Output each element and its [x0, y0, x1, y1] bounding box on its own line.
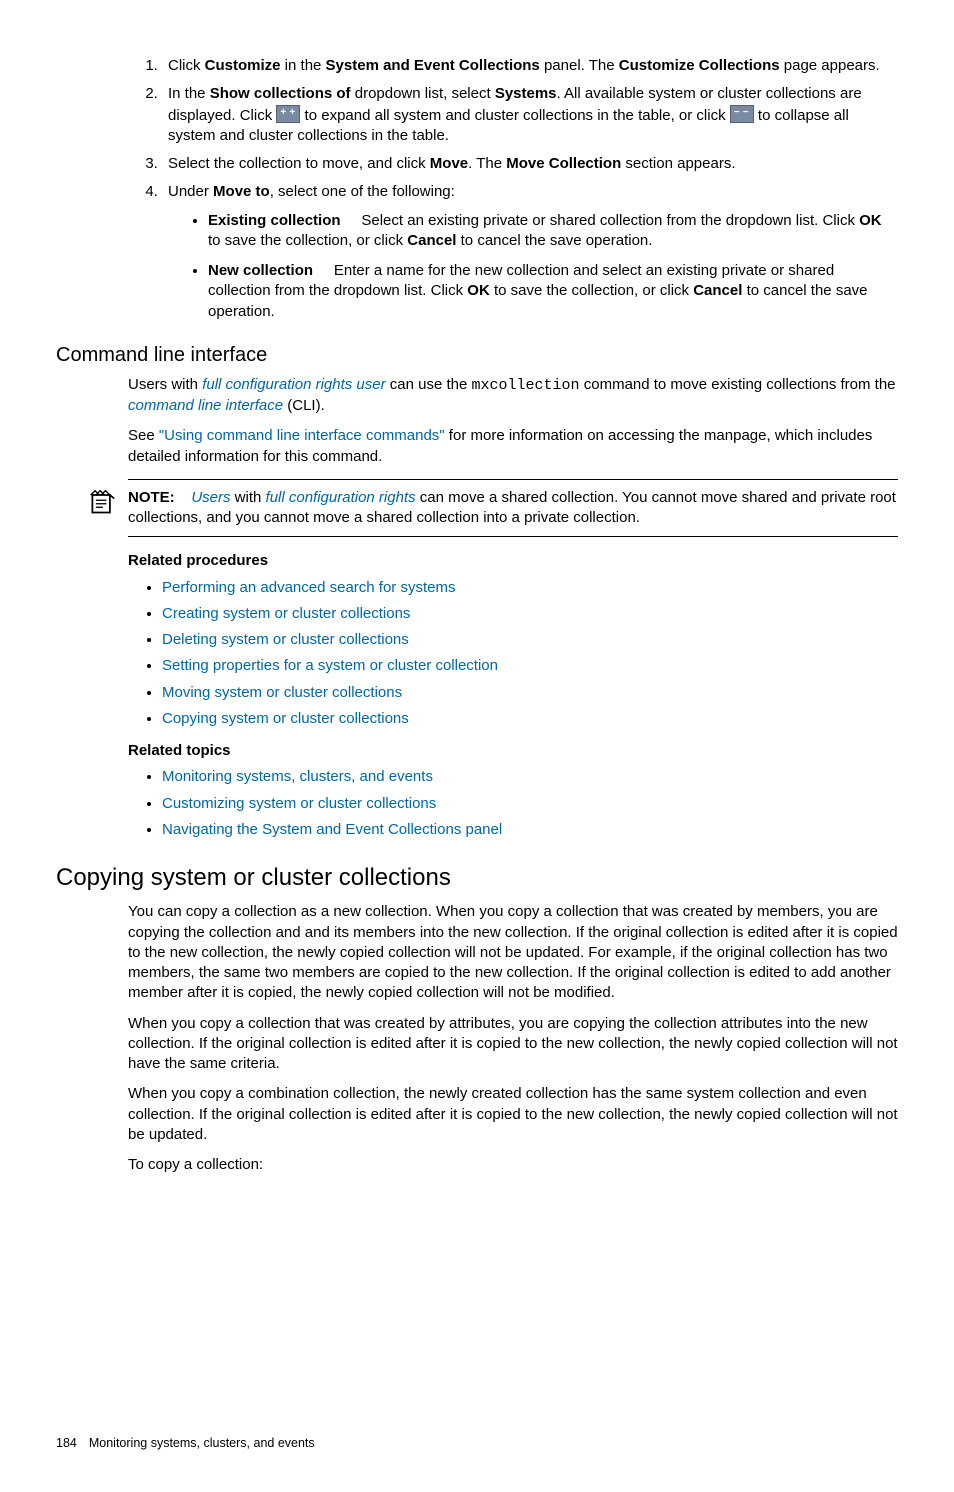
list-item: Customizing system or cluster collection… [162, 794, 898, 814]
list-item: Deleting system or cluster collections [162, 630, 898, 650]
step-1: Click Customize in the System and Event … [162, 56, 898, 76]
note-text: NOTE: Users with full configuration righ… [128, 488, 898, 529]
page-footer: 184 Monitoring systems, clusters, and eve… [56, 1435, 898, 1452]
related-procedures-heading: Related procedures [128, 551, 898, 571]
link-creating-collections[interactable]: Creating system or cluster collections [162, 605, 410, 622]
link-users[interactable]: Users [191, 489, 230, 506]
list-item: Creating system or cluster collections [162, 604, 898, 624]
note-icon [88, 488, 116, 516]
note-block: NOTE: Users with full configuration righ… [128, 479, 898, 538]
cli-paragraph-1: Users with full configuration rights use… [128, 375, 898, 417]
link-customizing[interactable]: Customizing system or cluster collection… [162, 795, 436, 812]
link-setting-properties[interactable]: Setting properties for a system or clust… [162, 657, 498, 674]
list-item: Monitoring systems, clusters, and events [162, 767, 898, 787]
cli-heading: Command line interface [56, 342, 898, 369]
copying-p4: To copy a collection: [128, 1155, 898, 1175]
link-navigating-panel[interactable]: Navigating the System and Event Collecti… [162, 821, 502, 838]
link-full-config-rights-user[interactable]: full configuration rights user [202, 376, 385, 393]
collapse-all-icon [730, 105, 754, 123]
link-moving-collections[interactable]: Moving system or cluster collections [162, 684, 402, 701]
list-item: Performing an advanced search for system… [162, 578, 898, 598]
step-4: Under Move to, select one of the followi… [162, 182, 898, 322]
list-item: Copying system or cluster collections [162, 709, 898, 729]
link-monitoring[interactable]: Monitoring systems, clusters, and events [162, 768, 433, 785]
list-item: Setting properties for a system or clust… [162, 656, 898, 676]
step-2: In the Show collections of dropdown list… [162, 84, 898, 146]
step-3: Select the collection to move, and click… [162, 154, 898, 174]
copying-heading: Copying system or cluster collections [56, 862, 898, 894]
link-copying-collections[interactable]: Copying system or cluster collections [162, 710, 409, 727]
expand-all-icon [276, 105, 300, 123]
link-full-config-rights[interactable]: full configuration rights [266, 489, 416, 506]
page-content: Click Customize in the System and Event … [128, 56, 898, 1175]
link-command-line-interface[interactable]: command line interface [128, 397, 283, 414]
link-using-cli-commands[interactable]: "Using command line interface commands" [159, 427, 445, 444]
copying-p1: You can copy a collection as a new colle… [128, 902, 898, 1003]
link-deleting-collections[interactable]: Deleting system or cluster collections [162, 631, 409, 648]
move-to-options: Existing collection Select an existing p… [168, 211, 898, 322]
list-item: Moving system or cluster collections [162, 683, 898, 703]
option-new-collection: New collection Enter a name for the new … [208, 261, 898, 322]
page-number: 184 [56, 1435, 77, 1452]
option-existing-collection: Existing collection Select an existing p… [208, 211, 898, 252]
related-procedures-list: Performing an advanced search for system… [128, 578, 898, 730]
copying-p3: When you copy a combination collection, … [128, 1084, 898, 1145]
command-mxcollection: mxcollection [472, 377, 580, 394]
related-topics-list: Monitoring systems, clusters, and events… [128, 767, 898, 840]
related-topics-heading: Related topics [128, 741, 898, 761]
procedure-steps: Click Customize in the System and Event … [128, 56, 898, 322]
cli-paragraph-2: See "Using command line interface comman… [128, 426, 898, 467]
copying-p2: When you copy a collection that was crea… [128, 1014, 898, 1075]
list-item: Navigating the System and Event Collecti… [162, 820, 898, 840]
link-advanced-search[interactable]: Performing an advanced search for system… [162, 579, 455, 596]
footer-text: Monitoring systems, clusters, and events [89, 1436, 315, 1450]
